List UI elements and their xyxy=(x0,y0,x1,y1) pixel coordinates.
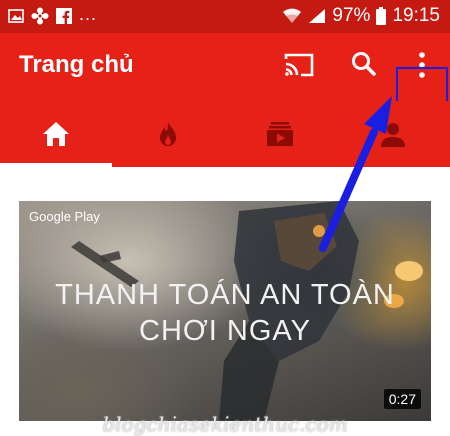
watermark: blogchiasekienthuc.com xyxy=(102,412,348,436)
annotation-arrow xyxy=(319,96,392,252)
